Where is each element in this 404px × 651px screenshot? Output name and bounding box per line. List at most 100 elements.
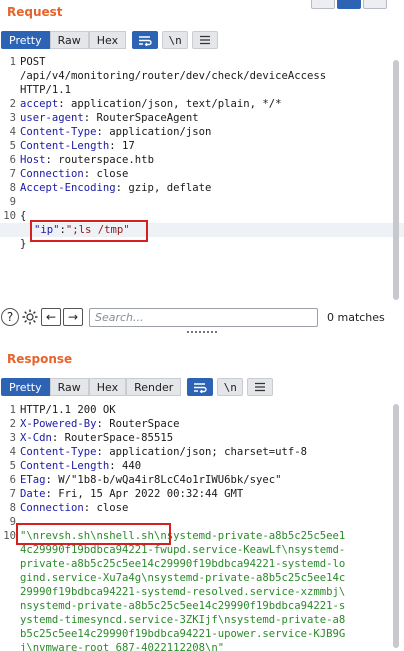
header-value: : gzip, deflate [115, 182, 212, 194]
code-line: gind.service-Xu7a4g\nsystemd-private-a8b… [0, 571, 404, 585]
help-button[interactable]: ? [1, 308, 19, 326]
line-number: 9 [9, 196, 16, 208]
header-value: : 17 [109, 140, 135, 152]
response-show-newlines-button[interactable]: \n [217, 378, 244, 396]
header-value: : application/json [96, 126, 212, 138]
header-value: : application/json; charset=utf-8 [96, 446, 308, 458]
layout-split-icon[interactable] [311, 0, 335, 9]
code-line: 3 user-agent: RouterSpaceAgent [0, 111, 404, 125]
request-toolbar: Pretty Raw Hex \n [1, 31, 222, 49]
settings-button[interactable] [21, 308, 39, 326]
line-content: Content-Type: application/json; charset=… [18, 445, 307, 459]
search-next-button[interactable]: → [63, 308, 83, 326]
request-tab-hex[interactable]: Hex [88, 31, 127, 49]
code-line: 7 Date: Fri, 15 Apr 2022 00:32:44 GMT [0, 487, 404, 501]
code-line: b5c25c5ee14c29990f19bdbca94221-upower.se… [0, 627, 404, 641]
menu-icon [200, 35, 211, 45]
response-toolbar: Pretty Raw Hex Render \n [1, 378, 277, 396]
line-number: 10 [3, 210, 16, 222]
line-number [0, 237, 18, 251]
response-tab-raw[interactable]: Raw [49, 378, 89, 396]
request-scrollbar[interactable] [393, 60, 399, 300]
line-content: X-Cdn: RouterSpace-85515 [18, 431, 173, 445]
line-number: 8 [9, 502, 16, 514]
code-line: 9 [0, 195, 404, 209]
code-line: ystemd-timesyncd.service-3ZKIjf\nsystemd… [0, 613, 404, 627]
code-line: HTTP/1.1 [0, 83, 404, 97]
code-line: private-a8b5c25c5ee14c29990f19bdbca94221… [0, 557, 404, 571]
layout-vertical-icon[interactable] [363, 0, 387, 9]
body-string: nsystemd-private-a8b5c25c5ee14c29990f19b… [20, 600, 346, 612]
body-string: private-a8b5c25c5ee14c29990f19bdbca94221… [20, 558, 346, 570]
search-match-count: 0 matches [327, 310, 385, 324]
request-tab-pretty[interactable]: Pretty [1, 31, 50, 49]
body-string: gind.service-Xu7a4g\nsystemd-private-a8b… [20, 572, 346, 584]
line-content: j\nvmware-root_687-4022112208\n" [18, 641, 224, 651]
line-content: Host: routerspace.htb [18, 153, 154, 167]
show-newlines-button[interactable]: \n [162, 31, 189, 49]
code-line: 5 Content-Length: 440 [0, 459, 404, 473]
request-menu-button[interactable] [192, 31, 219, 49]
header-name: Content-Type [20, 126, 97, 138]
line-content: b5c25c5ee14c29990f19bdbca94221-upower.se… [18, 627, 345, 641]
response-tab-render[interactable]: Render [126, 378, 182, 396]
line-number [0, 585, 18, 599]
header-name: X-Powered-By [20, 418, 97, 430]
line-content: Connection: close [18, 501, 128, 515]
line-content: nsystemd-private-a8b5c25c5ee14c29990f19b… [18, 599, 345, 613]
body-string: 4c29990f19bdbca94221-fwupd.service-KeawL… [20, 544, 346, 556]
header-value: : W/"1b8-b/wQa4ir8LcC4o1rIWU6bk/syec" [45, 474, 282, 486]
line-number: 1 [9, 56, 16, 68]
code-line: 1 HTTP/1.1 200 OK [0, 403, 404, 417]
line-text: POST [20, 56, 46, 68]
header-value: : RouterSpaceAgent [83, 112, 199, 124]
line-content: private-a8b5c25c5ee14c29990f19bdbca94221… [18, 557, 345, 571]
line-content: gind.service-Xu7a4g\nsystemd-private-a8b… [18, 571, 345, 585]
response-tab-pretty[interactable]: Pretty [1, 378, 50, 396]
code-line: 8 Connection: close [0, 501, 404, 515]
line-content: } [18, 237, 26, 251]
code-line: 4c29990f19bdbca94221-fwupd.service-KeawL… [0, 543, 404, 557]
line-number: 5 [9, 140, 16, 152]
body-string: j\nvmware-root_687-4022112208\n" [20, 642, 225, 651]
code-line: 6 ETag: W/"1b8-b/wQa4ir8LcC4o1rIWU6bk/sye… [0, 473, 404, 487]
code-line: 2 accept: application/json, text/plain, *… [0, 97, 404, 111]
code-line: /api/v4/monitoring/router/dev/check/devi… [0, 69, 404, 83]
line-number [0, 557, 18, 571]
response-menu-button[interactable] [247, 378, 274, 396]
request-tab-raw[interactable]: Raw [49, 31, 89, 49]
pane-divider[interactable] [0, 330, 404, 334]
response-scrollbar[interactable] [393, 404, 399, 648]
line-number: 2 [9, 98, 16, 110]
arrow-left-icon: ← [45, 310, 57, 324]
line-text: } [20, 238, 27, 250]
body-string: ystemd-timesyncd.service-3ZKIjf\nsystemd… [20, 614, 346, 626]
response-highlight-box [16, 523, 171, 545]
search-prev-button[interactable]: ← [41, 308, 61, 326]
header-name: X-Cdn [20, 432, 52, 444]
header-name: Host [20, 154, 46, 166]
line-content: user-agent: RouterSpaceAgent [18, 111, 199, 125]
code-line: nsystemd-private-a8b5c25c5ee14c29990f19b… [0, 599, 404, 613]
line-content: Connection: close [18, 167, 128, 181]
line-number [0, 223, 18, 237]
response-tab-hex[interactable]: Hex [88, 378, 127, 396]
header-name: Content-Type [20, 446, 97, 458]
search-input[interactable] [89, 307, 318, 327]
layout-horizontal-icon[interactable] [337, 0, 361, 9]
header-value: : close [83, 502, 129, 514]
request-highlight-box [30, 220, 148, 242]
header-value: : 440 [109, 460, 142, 472]
line-number: 3 [9, 112, 16, 124]
code-line: 5 Content-Length: 17 [0, 139, 404, 153]
header-name: accept [20, 98, 59, 110]
wrap-lines-button[interactable] [132, 31, 159, 49]
line-number [0, 69, 18, 83]
line-content: HTTP/1.1 [18, 83, 71, 97]
code-line: 7 Connection: close [0, 167, 404, 181]
line-content: 29990f19bdbca94221-systemd-resolved.serv… [18, 585, 345, 599]
line-content [18, 195, 20, 209]
line-number: 4 [9, 446, 16, 458]
response-wrap-lines-button[interactable] [187, 378, 214, 396]
header-name: Content-Length [20, 460, 110, 472]
